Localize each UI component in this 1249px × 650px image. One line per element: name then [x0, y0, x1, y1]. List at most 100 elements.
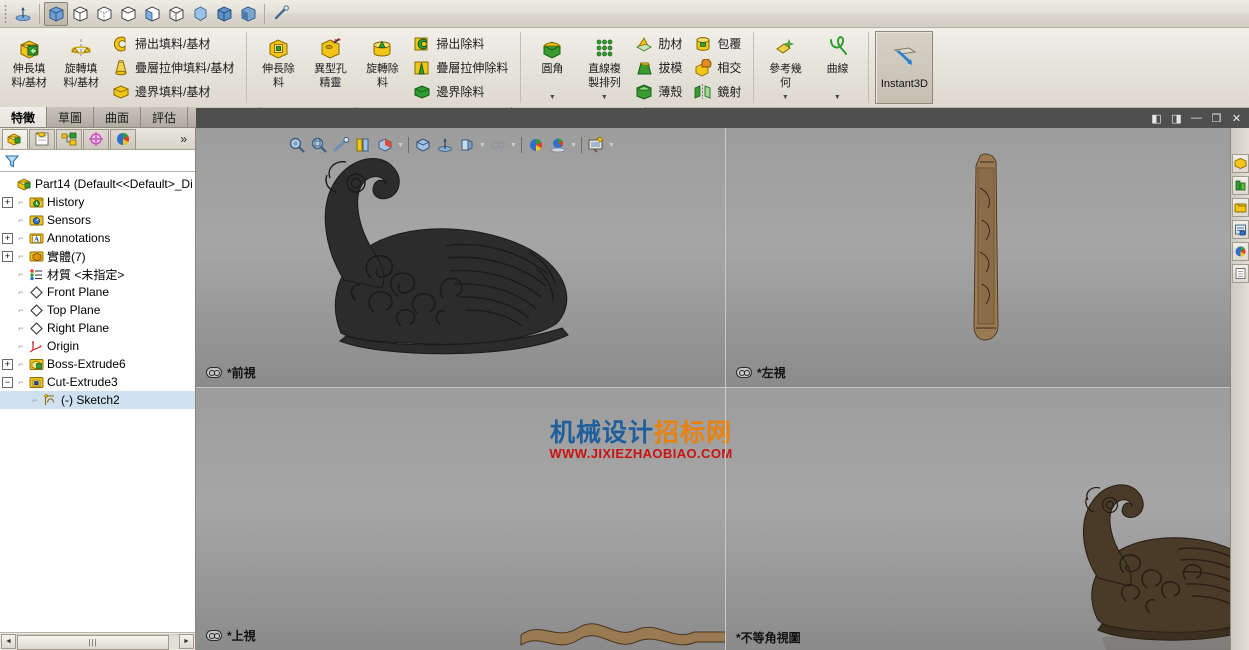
- boundary-boss-button[interactable]: 邊界填料/基材: [108, 79, 240, 103]
- previous-view-icon[interactable]: [330, 135, 352, 155]
- tree-item-sensors[interactable]: ⌐ Sensors: [0, 211, 195, 229]
- boundary-cut-button[interactable]: 邊界除料: [409, 79, 514, 103]
- minimize-button[interactable]: —: [1188, 110, 1205, 126]
- file-explorer-icon[interactable]: [1231, 198, 1249, 217]
- view-palette-icon[interactable]: [1231, 220, 1249, 239]
- tree-toggle-history[interactable]: +: [2, 196, 13, 208]
- edit-appearance-icon[interactable]: [525, 135, 547, 155]
- extruded-boss-base-button[interactable]: 伸長填 料/基材: [3, 30, 55, 105]
- tree-toggle-boss-extrude6[interactable]: +: [2, 358, 13, 370]
- tree-item-annotations[interactable]: + ⌐ A Annotations: [0, 229, 195, 247]
- wireframe-icon[interactable]: [68, 2, 92, 26]
- tree-item-right-plane[interactable]: ⌐ Right Plane: [0, 319, 195, 337]
- instant3d-button[interactable]: Instant3D: [875, 31, 934, 104]
- mirror-button[interactable]: 鏡射: [690, 79, 747, 103]
- swept-cut-button[interactable]: 掃出除料: [409, 32, 514, 56]
- view-orientation-icon[interactable]: [412, 135, 434, 155]
- section-view-icon[interactable]: [352, 135, 374, 155]
- design-library-icon[interactable]: [1231, 176, 1249, 195]
- linear-pattern-dropdown-caret[interactable]: ▼: [601, 94, 608, 104]
- shaded-with-edges-icon[interactable]: [44, 1, 68, 26]
- display-style-dropdown-caret[interactable]: ▼: [396, 142, 405, 149]
- render-tools-icon[interactable]: [585, 135, 607, 155]
- next-window-button[interactable]: ◨: [1168, 110, 1185, 126]
- tree-toggle-solid-bodies[interactable]: +: [2, 250, 13, 262]
- revolved-cut-button[interactable]: 旋轉除 料: [356, 30, 408, 105]
- hide-show-items-icon[interactable]: [456, 135, 478, 155]
- render-tools-dropdown-caret[interactable]: ▼: [607, 142, 616, 149]
- hscroll-track[interactable]: |||: [16, 634, 179, 650]
- reference-geometry-button[interactable]: 參考幾 何 ▼: [759, 30, 811, 105]
- reference-geometry-dropdown-caret[interactable]: ▼: [782, 94, 789, 104]
- viewport-left[interactable]: Y Z *左視: [726, 128, 1249, 387]
- fillet-dropdown-caret[interactable]: ▼: [549, 94, 556, 104]
- rib-button[interactable]: 肋材: [631, 32, 688, 56]
- tab-evaluate[interactable]: 評估: [141, 107, 189, 127]
- view-settings-icon[interactable]: [487, 135, 509, 155]
- tab-surfaces[interactable]: 曲面: [94, 107, 142, 127]
- tab-sketch[interactable]: 草圖: [47, 107, 95, 127]
- perspective-icon[interactable]: [188, 2, 212, 26]
- viewport-isometric[interactable]: Y X *不等角視圖: [726, 388, 1249, 650]
- viewport-front[interactable]: Y X *前視: [196, 128, 725, 387]
- toolbar-grip[interactable]: [2, 2, 9, 25]
- tree-item-top-plane[interactable]: ⌐ Top Plane: [0, 301, 195, 319]
- curves-button[interactable]: 曲線 ▼: [811, 30, 863, 105]
- appearances-scenes-icon[interactable]: [1231, 242, 1249, 261]
- intersect-button[interactable]: 相交: [690, 56, 747, 80]
- property-manager-tab[interactable]: [29, 128, 55, 149]
- tree-item-cut-extrude3[interactable]: − ⌐ Cut-Extrude3: [0, 373, 195, 391]
- draft-button[interactable]: 拔模: [631, 56, 688, 80]
- hidden-lines-visible-icon[interactable]: [92, 2, 116, 26]
- tree-item-material[interactable]: ⌐ 材質 <未指定>: [0, 265, 195, 283]
- apply-scene-icon[interactable]: [547, 135, 569, 155]
- tree-item-origin[interactable]: ⌐ Origin: [0, 337, 195, 355]
- manager-tab-overflow[interactable]: »: [180, 132, 195, 146]
- viewport-top[interactable]: Z X *上視: [196, 388, 725, 650]
- view-settings-dropdown-caret[interactable]: ▼: [509, 142, 518, 149]
- origin-triad-icon[interactable]: [11, 2, 35, 26]
- hole-wizard-button[interactable]: 異型孔 精靈: [304, 30, 356, 105]
- tree-item-front-plane[interactable]: ⌐ Front Plane: [0, 283, 195, 301]
- revolved-boss-base-button[interactable]: 旋轉填 料/基材: [55, 30, 107, 105]
- tree-item-sketch2[interactable]: ⌐ (-) Sketch2: [0, 391, 195, 409]
- dimxpert-manager-tab[interactable]: [83, 128, 109, 149]
- feature-tree-hscrollbar[interactable]: ◄ ||| ►: [0, 632, 195, 650]
- custom-properties-icon[interactable]: [1231, 264, 1249, 283]
- shaded-wireframe-icon[interactable]: [140, 2, 164, 26]
- restore-button[interactable]: ❐: [1208, 110, 1225, 126]
- wrap-button[interactable]: 包覆: [690, 32, 747, 56]
- tree-item-solid-bodies[interactable]: + ⌐ 實體(7): [0, 247, 195, 265]
- curves-dropdown-caret[interactable]: ▼: [834, 94, 841, 104]
- hscroll-left-arrow[interactable]: ◄: [1, 634, 16, 649]
- previous-window-button[interactable]: ◧: [1148, 110, 1165, 126]
- linear-pattern-button[interactable]: 直線複 製排列 ▼: [578, 30, 630, 105]
- display-manager-tab[interactable]: [110, 128, 136, 149]
- graphics-area[interactable]: Y X *前視: [196, 128, 1249, 650]
- section-view-icon[interactable]: [212, 2, 236, 26]
- hscroll-right-arrow[interactable]: ►: [179, 634, 194, 649]
- viewport-vertical-splitter[interactable]: [725, 128, 726, 650]
- tree-toggle-annotations[interactable]: +: [2, 232, 13, 244]
- fillet-button[interactable]: 圓角 ▼: [526, 30, 578, 105]
- feature-tree[interactable]: Part14 (Default<<Default>_Di + ⌐ History: [0, 172, 195, 632]
- tree-toggle-cut-extrude3[interactable]: −: [2, 376, 13, 388]
- zoom-to-area-icon[interactable]: [308, 135, 330, 155]
- origin-display-icon[interactable]: [434, 135, 456, 155]
- wireframe-box-icon[interactable]: [164, 2, 188, 26]
- close-button[interactable]: ✕: [1228, 110, 1245, 126]
- solidworks-resources-icon[interactable]: [1231, 154, 1249, 173]
- apply-scene-dropdown-caret[interactable]: ▼: [569, 142, 578, 149]
- lofted-cut-button[interactable]: 疊層拉伸除料: [409, 56, 514, 80]
- hidden-lines-removed-icon[interactable]: [116, 2, 140, 26]
- tree-item-history[interactable]: + ⌐ History: [0, 193, 195, 211]
- viewport-horizontal-splitter[interactable]: [196, 387, 1249, 388]
- tree-item-part[interactable]: Part14 (Default<<Default>_Di: [0, 175, 195, 193]
- configuration-manager-tab[interactable]: [56, 128, 82, 149]
- tab-features[interactable]: 特徵: [0, 107, 48, 127]
- extruded-cut-button[interactable]: 伸長除 料: [252, 30, 304, 105]
- zoom-to-fit-icon[interactable]: [286, 135, 308, 155]
- display-style-icon[interactable]: [374, 135, 396, 155]
- lofted-boss-button[interactable]: 疊層拉伸填料/基材: [108, 56, 240, 80]
- tree-item-boss-extrude6[interactable]: + ⌐ Boss-Extrude6: [0, 355, 195, 373]
